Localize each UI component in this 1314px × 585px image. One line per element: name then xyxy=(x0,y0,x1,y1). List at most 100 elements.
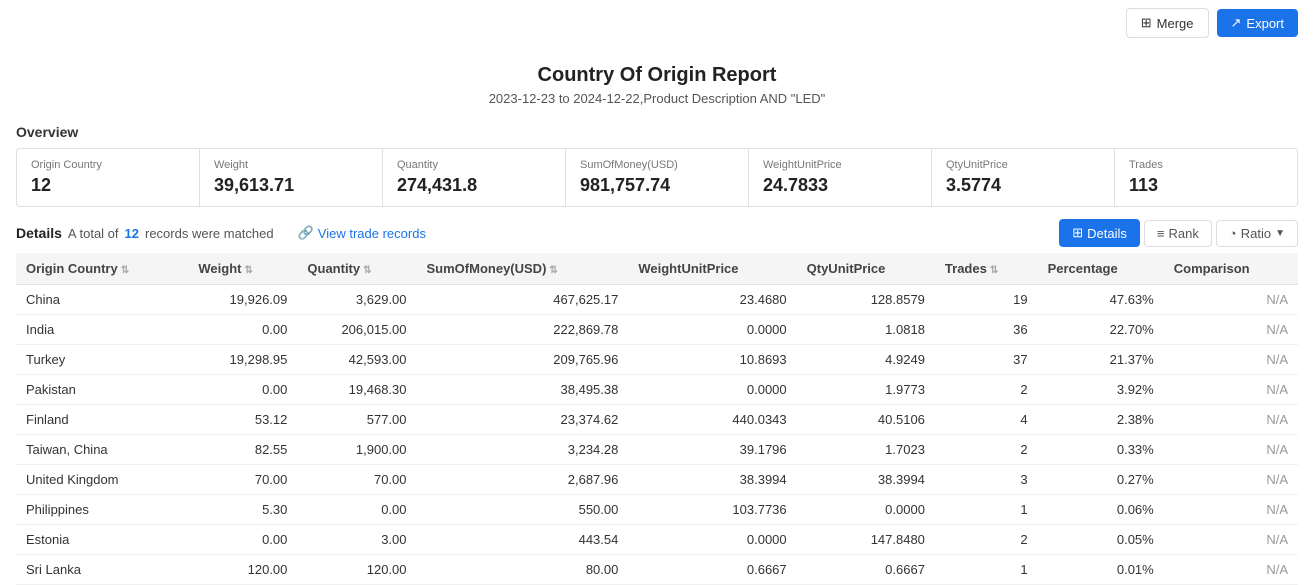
stat-value: 39,613.71 xyxy=(214,175,368,196)
table-cell: 2,687.96 xyxy=(417,465,629,495)
export-label: Export xyxy=(1246,16,1284,31)
table-row: United Kingdom70.0070.002,687.9638.39943… xyxy=(16,465,1298,495)
col-header-quantity[interactable]: Quantity⇅ xyxy=(297,253,416,285)
table-cell: 47.63% xyxy=(1038,285,1164,315)
stat-value: 981,757.74 xyxy=(580,175,734,196)
col-header-comparison: Comparison xyxy=(1164,253,1298,285)
table-cell: Finland xyxy=(16,405,188,435)
table-cell: N/A xyxy=(1164,465,1298,495)
table-cell: Taiwan, China xyxy=(16,435,188,465)
rank-tab-icon: ≡ xyxy=(1157,226,1165,241)
table-cell: 0.01% xyxy=(1038,555,1164,585)
table-cell: 440.0343 xyxy=(628,405,796,435)
stat-value: 12 xyxy=(31,175,185,196)
table-cell: Turkey xyxy=(16,345,188,375)
table-cell: 21.37% xyxy=(1038,345,1164,375)
table-cell: 0.0000 xyxy=(797,495,935,525)
stat-value: 3.5774 xyxy=(946,175,1100,196)
sort-icon: ⇅ xyxy=(121,265,129,276)
table-cell: 550.00 xyxy=(417,495,629,525)
table-cell: 147.8480 xyxy=(797,525,935,555)
tab-rank-label: Rank xyxy=(1169,226,1199,241)
table-cell: 22.70% xyxy=(1038,315,1164,345)
table-cell: 128.8579 xyxy=(797,285,935,315)
sort-icon: ⇅ xyxy=(244,265,252,276)
stat-name: SumOfMoney(USD) xyxy=(580,159,734,171)
stat-card-weightunitprice: WeightUnitPrice 24.7833 xyxy=(749,149,932,206)
table-cell: Sri Lanka xyxy=(16,555,188,585)
merge-button[interactable]: ⊞ Merge xyxy=(1126,8,1209,38)
stat-value: 24.7833 xyxy=(763,175,917,196)
col-header-origin-country[interactable]: Origin Country⇅ xyxy=(16,253,188,285)
details-tab-icon: ⊞ xyxy=(1072,225,1083,241)
table-cell: 1.7023 xyxy=(797,435,935,465)
table-cell: 0.27% xyxy=(1038,465,1164,495)
page-subtitle: 2023-12-23 to 2024-12-22,Product Descrip… xyxy=(0,91,1314,106)
view-trade-records-link[interactable]: 🔗 View trade records xyxy=(298,225,426,241)
stats-bar: Origin Country 12 Weight39,613.71 Quantity 2… xyxy=(16,148,1298,207)
table-cell: 209,765.96 xyxy=(417,345,629,375)
table-cell: 23,374.62 xyxy=(417,405,629,435)
table-cell: 39.1796 xyxy=(628,435,796,465)
table-cell: 467,625.17 xyxy=(417,285,629,315)
table-cell: 10.8693 xyxy=(628,345,796,375)
table-cell: 38.3994 xyxy=(628,465,796,495)
table-cell: 0.00 xyxy=(188,375,297,405)
table-cell: 3,234.28 xyxy=(417,435,629,465)
table-row: Pakistan0.0019,468.3038,495.380.00001.97… xyxy=(16,375,1298,405)
table-cell: 0.00 xyxy=(297,495,416,525)
col-header-weightunitprice: WeightUnitPrice xyxy=(628,253,796,285)
table-cell: 443.54 xyxy=(417,525,629,555)
table-cell: 0.0000 xyxy=(628,315,796,345)
details-title: Details xyxy=(16,225,62,241)
table-cell: 42,593.00 xyxy=(297,345,416,375)
table-cell: N/A xyxy=(1164,525,1298,555)
table-cell: 1 xyxy=(935,555,1038,585)
col-header-weight[interactable]: Weight⇅ xyxy=(188,253,297,285)
table-row: Finland53.12577.0023,374.62440.034340.51… xyxy=(16,405,1298,435)
table-cell: India xyxy=(16,315,188,345)
table-cell: 5.30 xyxy=(188,495,297,525)
table-cell: 2 xyxy=(935,375,1038,405)
col-header-sumofmoney-usd-[interactable]: SumOfMoney(USD)⇅ xyxy=(417,253,629,285)
tab-details-button[interactable]: ⊞ Details xyxy=(1059,219,1140,247)
table-cell: 70.00 xyxy=(188,465,297,495)
page-header: Country Of Origin Report 2023-12-23 to 2… xyxy=(0,46,1314,114)
ratio-tab-icon: ◔ xyxy=(1229,226,1237,241)
table-header-row: Origin Country⇅Weight⇅Quantity⇅SumOfMone… xyxy=(16,253,1298,285)
stat-name: Trades xyxy=(1129,159,1283,171)
table-cell: 0.06% xyxy=(1038,495,1164,525)
stat-name: WeightUnitPrice xyxy=(763,159,917,171)
stat-card-weight: Weight39,613.71 xyxy=(200,149,383,206)
tab-rank-button[interactable]: ≡ Rank xyxy=(1144,220,1212,247)
merge-icon: ⊞ xyxy=(1141,15,1152,31)
export-button[interactable]: ↗ Export xyxy=(1217,9,1298,37)
table-cell: 120.00 xyxy=(188,555,297,585)
table-row: India0.00206,015.00222,869.780.00001.081… xyxy=(16,315,1298,345)
tab-ratio-button[interactable]: ◔ Ratio ▼ xyxy=(1216,220,1298,247)
table-cell: N/A xyxy=(1164,495,1298,525)
table-cell: 36 xyxy=(935,315,1038,345)
tab-details-label: Details xyxy=(1087,226,1127,241)
table-cell: Philippines xyxy=(16,495,188,525)
table-cell: 2 xyxy=(935,435,1038,465)
ratio-chevron-icon: ▼ xyxy=(1275,228,1285,239)
sort-icon: ⇅ xyxy=(363,265,371,276)
col-header-trades[interactable]: Trades⇅ xyxy=(935,253,1038,285)
stat-value: 274,431.8 xyxy=(397,175,551,196)
stat-name: Origin Country xyxy=(31,159,185,171)
table-cell: 0.00 xyxy=(188,315,297,345)
table-cell: 1,900.00 xyxy=(297,435,416,465)
table-cell: 0.0000 xyxy=(628,525,796,555)
matched-count: 12 xyxy=(125,226,139,241)
stat-name: Quantity xyxy=(397,159,551,171)
stat-card-trades: Trades113 xyxy=(1115,149,1297,206)
table-cell: 3.00 xyxy=(297,525,416,555)
table-cell: Pakistan xyxy=(16,375,188,405)
table-cell: 4 xyxy=(935,405,1038,435)
sort-icon: ⇅ xyxy=(549,265,557,276)
table-cell: 120.00 xyxy=(297,555,416,585)
table-cell: 0.33% xyxy=(1038,435,1164,465)
table-cell: 0.6667 xyxy=(628,555,796,585)
table-cell: 38,495.38 xyxy=(417,375,629,405)
